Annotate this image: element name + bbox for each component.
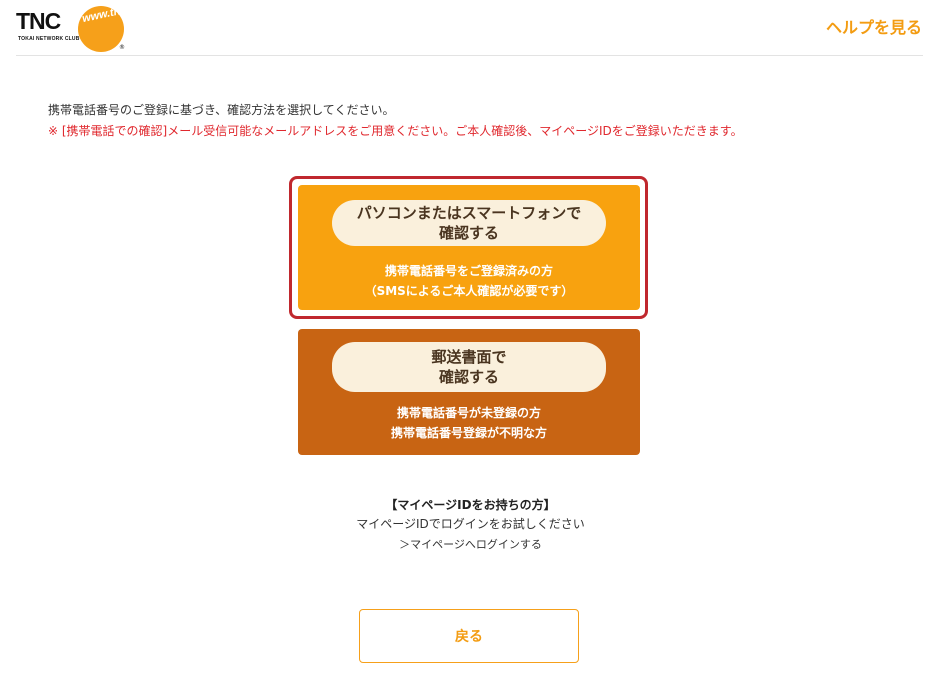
option-title-pill: 郵送書面で 確認する xyxy=(332,342,606,392)
registered-mark-icon: ® xyxy=(119,44,125,51)
option-title-line2: 確認する xyxy=(438,368,499,386)
tnc-logo[interactable]: TNC TOKAI NETWORK CLUB www.tnc.ne.jp ® xyxy=(16,0,156,52)
header: TNC TOKAI NETWORK CLUB www.tnc.ne.jp ® ヘ… xyxy=(0,0,941,56)
option-title-line2: 確認する xyxy=(438,224,499,242)
help-link[interactable]: ヘルプを見る xyxy=(826,14,922,38)
option-desc-line1: 携帯電話番号をご登録済みの方 xyxy=(384,264,553,278)
intro-text: 携帯電話番号のご登録に基づき、確認方法を選択してください。 xyxy=(48,103,395,117)
option-description: 携帯電話番号が未登録の方 携帯電話番号登録が不明な方 xyxy=(298,403,640,443)
logo-wordmark: TNC xyxy=(16,8,61,34)
verify-by-pc-smartphone-button[interactable]: パソコンまたはスマートフォンで 確認する 携帯電話番号をご登録済みの方 （SMS… xyxy=(298,185,640,310)
mypage-heading: 【マイページIDをお持ちの方】 xyxy=(385,498,556,512)
mypage-text: マイページIDでログインをお試しください xyxy=(356,517,585,531)
header-divider xyxy=(16,55,923,56)
option-desc-line1: 携帯電話番号が未登録の方 xyxy=(396,406,541,420)
email-notice: ※ [携帯電話での確認]メール受信可能なメールアドレスをご用意ください。ご本人確… xyxy=(48,124,743,138)
mypage-login-link[interactable]: ＞マイページへログインする xyxy=(0,536,941,552)
option-desc-line2: 携帯電話番号登録が不明な方 xyxy=(390,426,547,440)
logo-tagline: TOKAI NETWORK CLUB xyxy=(18,36,80,42)
option-desc-line2: （SMSによるご本人確認が必要です） xyxy=(364,284,574,298)
option-title-line1: 郵送書面で xyxy=(431,348,507,366)
option-title-pill: パソコンまたはスマートフォンで 確認する xyxy=(332,200,606,246)
back-button[interactable]: 戻る xyxy=(359,609,579,663)
verify-by-mail-button[interactable]: 郵送書面で 確認する 携帯電話番号が未登録の方 携帯電話番号登録が不明な方 xyxy=(298,329,640,455)
option-title-line1: パソコンまたはスマートフォンで xyxy=(356,204,582,222)
option-description: 携帯電話番号をご登録済みの方 （SMSによるご本人確認が必要です） xyxy=(298,261,640,301)
